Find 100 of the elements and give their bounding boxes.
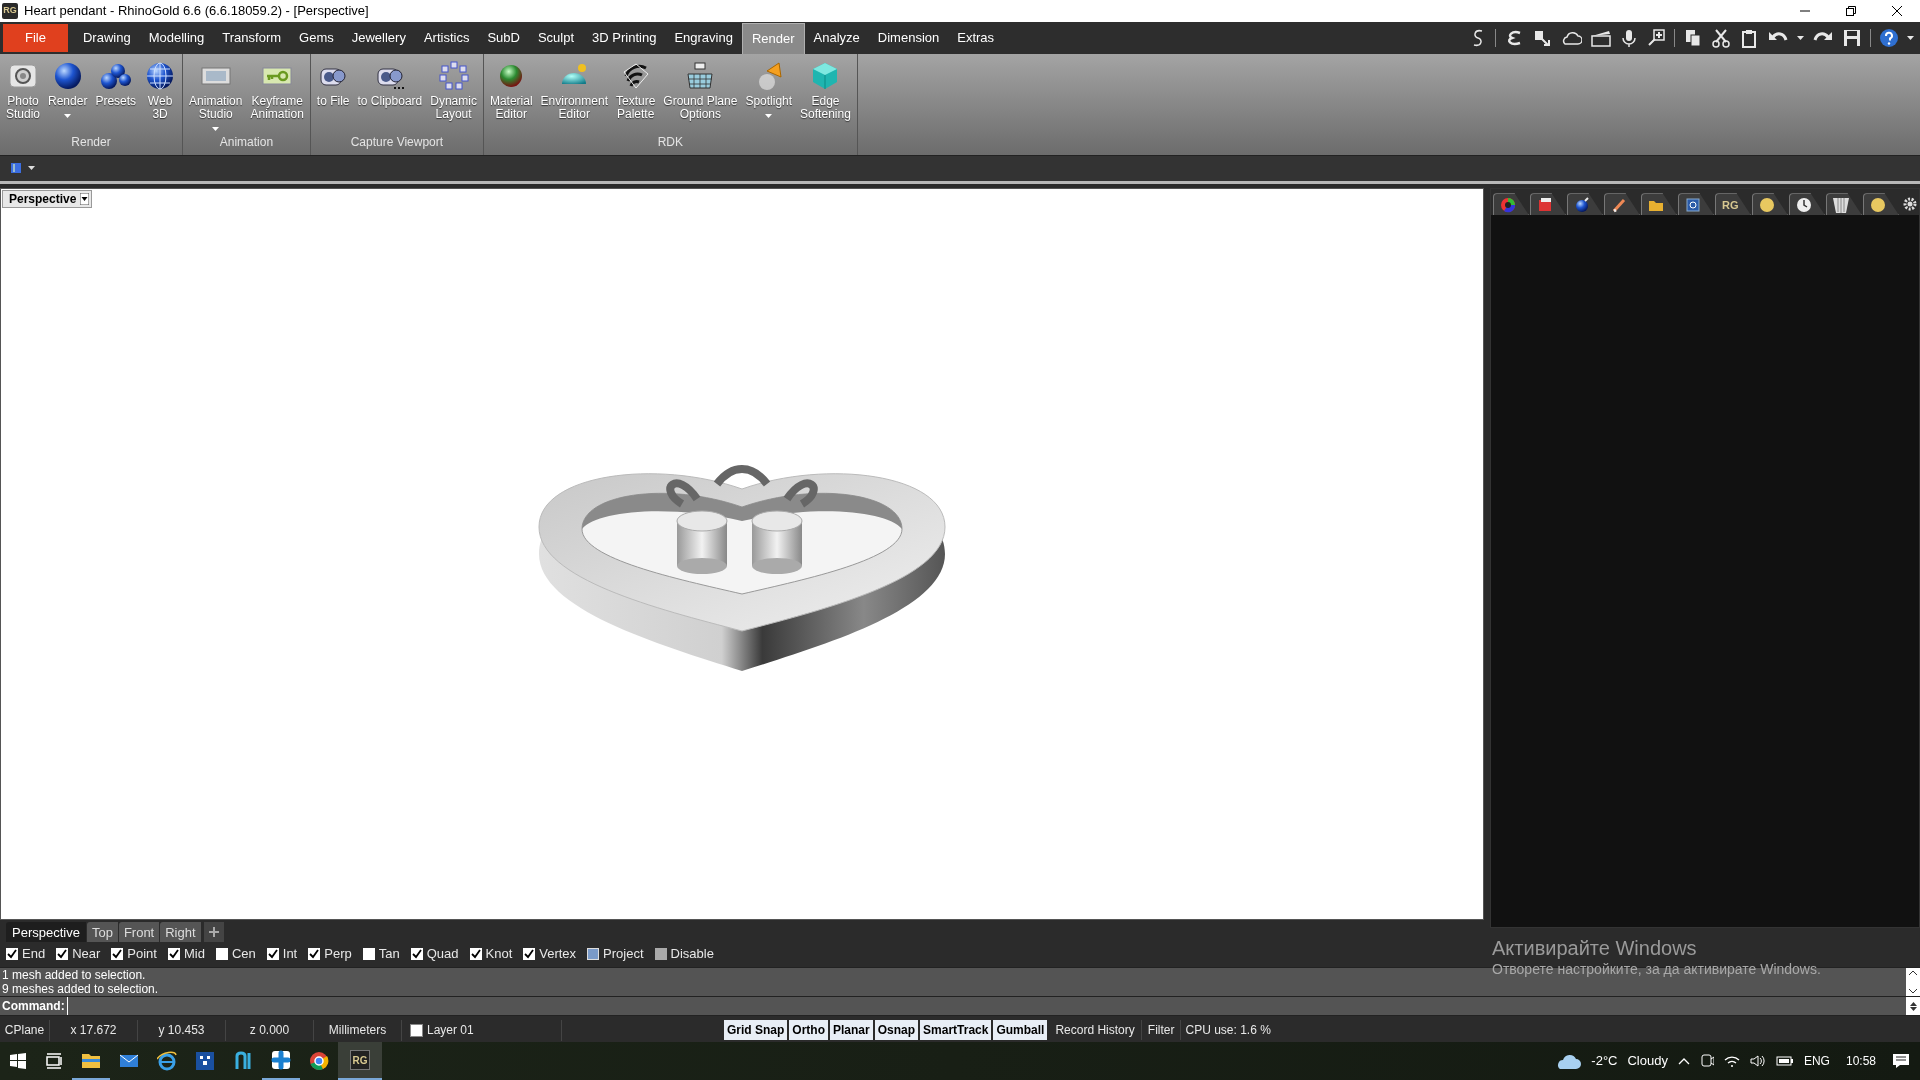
status-toggle[interactable]: Filter bbox=[1141, 1020, 1182, 1041]
ribbon-tab[interactable]: Drawing bbox=[73, 22, 140, 54]
ribbon-tab[interactable]: Transform bbox=[213, 22, 291, 54]
viewport-tab[interactable]: Top bbox=[86, 922, 118, 943]
osnap-checkbox[interactable]: Vertex bbox=[523, 944, 577, 964]
browser-icon bbox=[157, 1051, 177, 1071]
ribbon-button[interactable]: Photo Studio bbox=[2, 53, 45, 121]
scrollbar[interactable] bbox=[1906, 968, 1920, 997]
viewport-label[interactable]: Perspective bbox=[2, 190, 93, 209]
add-viewport-button[interactable] bbox=[203, 922, 224, 943]
ribbon-button[interactable]: Texture Palette bbox=[612, 53, 660, 121]
panel-tab[interactable] bbox=[1863, 193, 1899, 216]
status-toggle[interactable]: Grid Snap bbox=[724, 1020, 788, 1041]
panel-tab[interactable] bbox=[1530, 193, 1566, 216]
ribbon-button[interactable]: Material Editor bbox=[485, 53, 537, 121]
layer-button[interactable]: Layer 01 bbox=[402, 1019, 562, 1041]
ribbon-button[interactable]: to Clipboard bbox=[353, 53, 427, 108]
panel-tab[interactable] bbox=[1641, 193, 1677, 216]
ribbon-button[interactable]: Dynamic Layout bbox=[426, 53, 481, 121]
battery-icon[interactable] bbox=[1775, 1055, 1794, 1067]
osnap-checkbox[interactable]: End bbox=[6, 944, 46, 964]
volume-icon[interactable] bbox=[1749, 1054, 1766, 1068]
copy-icon[interactable] bbox=[1683, 28, 1703, 49]
osnap-checkbox[interactable]: Perp bbox=[308, 944, 352, 964]
caret-icon[interactable] bbox=[28, 166, 35, 171]
ribbon-tab[interactable]: Engraving bbox=[665, 22, 742, 54]
status-toggle[interactable]: Osnap bbox=[874, 1020, 919, 1041]
ribbon-tab[interactable]: SubD bbox=[478, 22, 529, 54]
caret-icon[interactable] bbox=[1907, 35, 1914, 41]
panel-tab[interactable] bbox=[1678, 193, 1714, 216]
cloud-icon[interactable] bbox=[1555, 1052, 1582, 1070]
status-toggle[interactable]: Record History bbox=[1049, 1020, 1142, 1041]
ribbon-tab[interactable]: Extras bbox=[948, 22, 1004, 54]
ribbon-tab[interactable]: Analyze bbox=[804, 22, 869, 54]
cut-icon[interactable] bbox=[1711, 28, 1731, 49]
language-indicator[interactable]: ENG bbox=[1803, 1052, 1830, 1070]
ribbon-button[interactable]: Animation Studio bbox=[185, 53, 247, 131]
osnap-checkbox[interactable]: Tan bbox=[362, 944, 400, 964]
osnap-checkbox[interactable]: Point bbox=[111, 944, 157, 964]
osnap-checkbox[interactable]: Quad bbox=[410, 944, 459, 964]
ribbon-button[interactable]: Environment Editor bbox=[536, 53, 612, 121]
paste-icon[interactable] bbox=[1739, 28, 1759, 49]
ribbon-tab[interactable]: Artistics bbox=[414, 22, 479, 54]
viewport-tab[interactable]: Right bbox=[160, 922, 201, 943]
chevron-up-icon[interactable] bbox=[1677, 1057, 1690, 1065]
osnap-checkbox[interactable]: Knot bbox=[469, 944, 513, 964]
close-icon bbox=[1892, 6, 1902, 16]
notifications-icon[interactable] bbox=[1892, 1053, 1910, 1069]
osnap-checkbox[interactable]: Cen bbox=[215, 944, 256, 964]
ribbon-tab[interactable]: Modelling bbox=[139, 22, 214, 54]
panel-tab[interactable] bbox=[1789, 193, 1825, 216]
weather-condition[interactable]: Cloudy bbox=[1627, 1051, 1668, 1071]
panel-tab[interactable]: RG bbox=[1715, 193, 1751, 216]
ribbon-button[interactable]: Edge Softening bbox=[796, 53, 855, 121]
status-toggle[interactable]: Gumball bbox=[993, 1020, 1048, 1041]
panel-tab[interactable] bbox=[1752, 193, 1788, 216]
camera-icon[interactable] bbox=[1699, 1053, 1714, 1069]
status-toggle[interactable]: Planar bbox=[830, 1020, 873, 1041]
clock[interactable]: 10:58 bbox=[1839, 1052, 1882, 1070]
ribbon-button[interactable]: to File bbox=[312, 53, 354, 108]
caret-icon[interactable] bbox=[1797, 35, 1804, 41]
panel-tab[interactable] bbox=[1604, 193, 1640, 216]
clapperboard-icon[interactable] bbox=[1590, 28, 1612, 49]
viewport-tab[interactable]: Perspective bbox=[6, 922, 86, 943]
ribbon-tab[interactable]: 3D Printing bbox=[583, 22, 666, 54]
ribbon-button[interactable]: Web 3D bbox=[140, 53, 181, 121]
ribbon-button[interactable]: Keyframe Animation bbox=[246, 53, 308, 121]
ribbon-tab[interactable]: Dimension bbox=[868, 22, 949, 54]
osnap-checkbox[interactable]: Disable bbox=[654, 944, 714, 964]
panel-tab[interactable] bbox=[1493, 193, 1529, 216]
panel-tab[interactable] bbox=[1826, 193, 1862, 216]
transform-icon[interactable] bbox=[1532, 28, 1552, 49]
wifi-icon[interactable] bbox=[1723, 1054, 1740, 1068]
ribbon-button[interactable]: Presets bbox=[91, 53, 141, 108]
ribbon-button[interactable]: Ground Plane Options bbox=[659, 53, 742, 121]
viewport[interactable]: Perspective bbox=[0, 188, 1484, 921]
status-toggle[interactable]: Ortho bbox=[789, 1020, 828, 1041]
save-icon[interactable] bbox=[1842, 28, 1862, 49]
status-toggle[interactable]: SmartTrack bbox=[920, 1020, 992, 1041]
ribbon-tab[interactable]: Jewellery bbox=[342, 22, 415, 54]
panel-tab[interactable] bbox=[1567, 193, 1603, 216]
ribbon-button[interactable]: Render bbox=[44, 53, 92, 118]
task-view-icon bbox=[46, 1053, 62, 1069]
osnap-checkbox[interactable]: Mid bbox=[167, 944, 205, 964]
file-menu-button[interactable]: File bbox=[3, 23, 68, 52]
command-input[interactable] bbox=[66, 997, 1906, 1016]
taskbar-app[interactable]: RG bbox=[338, 1042, 382, 1080]
spin-button[interactable] bbox=[1906, 997, 1920, 1016]
viewport-tab[interactable]: Front bbox=[118, 922, 160, 943]
weather-temperature[interactable]: -2°C bbox=[1591, 1051, 1618, 1071]
settings-icon[interactable] bbox=[1903, 197, 1917, 212]
help-icon[interactable] bbox=[1879, 28, 1899, 49]
osnap-checkbox[interactable]: Project bbox=[587, 944, 644, 964]
layer-icon[interactable] bbox=[10, 162, 22, 175]
microphone-icon[interactable] bbox=[1620, 28, 1638, 49]
ribbon-tab[interactable]: Sculpt bbox=[528, 22, 584, 54]
ribbon-tab[interactable]: Gems bbox=[290, 22, 343, 54]
osnap-checkbox[interactable]: Near bbox=[56, 944, 101, 964]
ribbon-button[interactable]: Spotlight bbox=[741, 53, 797, 118]
osnap-checkbox[interactable]: Int bbox=[266, 944, 298, 964]
